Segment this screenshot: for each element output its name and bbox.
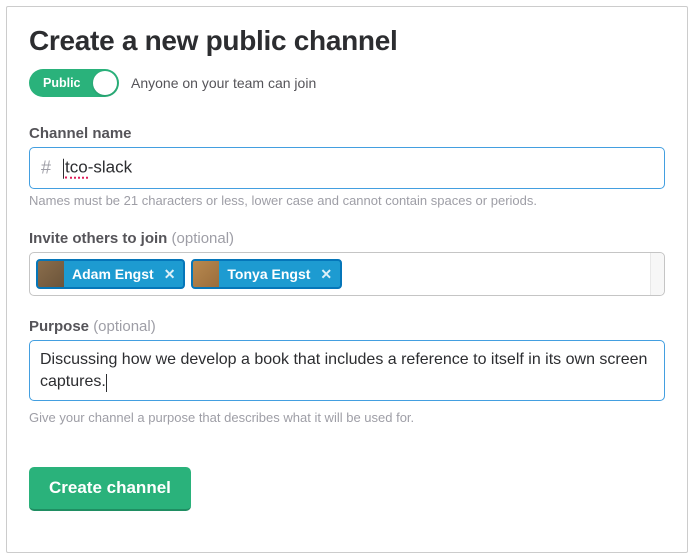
- create-channel-button[interactable]: Create channel: [29, 467, 191, 511]
- chip-name: Adam Engst: [72, 266, 154, 282]
- chip-name: Tonya Engst: [227, 266, 310, 282]
- modal-title: Create a new public channel: [29, 25, 665, 57]
- channel-name-input-wrap: # tco-slack: [29, 147, 665, 189]
- channel-name-input[interactable]: [29, 147, 665, 189]
- privacy-toggle-row: Public Anyone on your team can join: [29, 69, 665, 97]
- avatar: [193, 261, 219, 287]
- purpose-optional: (optional): [93, 318, 156, 335]
- invite-label-text: Invite others to join: [29, 230, 172, 247]
- invite-optional: (optional): [172, 230, 235, 247]
- scrollbar-gutter: [650, 253, 664, 295]
- privacy-toggle[interactable]: Public: [29, 69, 119, 97]
- invite-label: Invite others to join (optional): [29, 230, 665, 247]
- hash-icon: #: [41, 158, 51, 179]
- privacy-toggle-label: Public: [43, 76, 81, 90]
- channel-name-help: Names must be 21 characters or less, low…: [29, 193, 665, 208]
- avatar: [38, 261, 64, 287]
- invite-input[interactable]: Adam Engst ✕ Tonya Engst ✕: [29, 252, 665, 296]
- create-channel-modal: Create a new public channel Public Anyon…: [6, 6, 688, 553]
- invite-chip[interactable]: Tonya Engst ✕: [191, 259, 342, 289]
- remove-chip-icon[interactable]: ✕: [162, 266, 178, 283]
- toggle-knob-icon: [93, 71, 117, 95]
- purpose-textarea-wrap: Discussing how we develop a book that in…: [29, 340, 665, 406]
- remove-chip-icon[interactable]: ✕: [318, 266, 334, 283]
- purpose-label-text: Purpose: [29, 318, 93, 335]
- purpose-label: Purpose (optional): [29, 318, 665, 335]
- purpose-textarea[interactable]: [29, 340, 665, 401]
- channel-name-label: Channel name: [29, 125, 665, 142]
- privacy-toggle-description: Anyone on your team can join: [131, 75, 316, 91]
- purpose-help: Give your channel a purpose that describ…: [29, 410, 665, 425]
- invite-chip[interactable]: Adam Engst ✕: [36, 259, 185, 289]
